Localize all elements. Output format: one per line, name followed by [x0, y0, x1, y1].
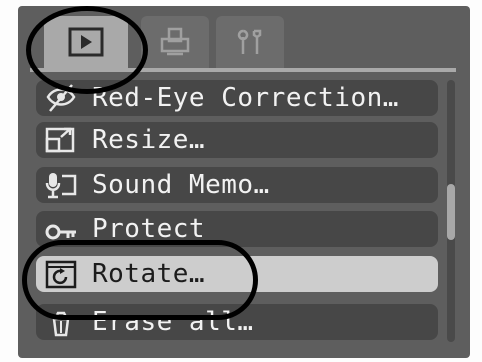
tools-icon [237, 29, 262, 54]
camera-screen: Red-Eye Correction… Resize… Sound Memo… [0, 0, 482, 362]
menu-scrollbar[interactable] [447, 80, 455, 342]
tab-underline [30, 68, 456, 72]
menu-item-erase-all[interactable]: Erase all… [36, 304, 438, 340]
menu-item-red-eye-correction[interactable]: Red-Eye Correction… [36, 80, 438, 116]
trash-icon [52, 311, 70, 337]
menu-item-label: Erase all… [92, 307, 254, 337]
menu-item-resize[interactable]: Resize… [36, 122, 438, 158]
menu-item-label: Rotate… [92, 259, 206, 289]
rotate-icon [45, 260, 77, 289]
menu-item-label: Protect [92, 214, 206, 244]
key-icon [45, 224, 76, 240]
menu-item-label: Resize… [92, 125, 206, 155]
scrollbar-thumb[interactable] [447, 184, 455, 240]
play-icon [68, 27, 104, 57]
tab-playback[interactable] [44, 16, 128, 68]
tab-setup[interactable] [216, 16, 284, 68]
resize-icon [45, 127, 75, 153]
tab-print[interactable] [141, 16, 209, 68]
microphone-icon [45, 173, 77, 199]
menu-item-protect[interactable]: Protect [36, 211, 438, 247]
menu-item-label: Red-Eye Correction… [92, 83, 399, 113]
print-icon [160, 27, 190, 56]
red-eye-icon [46, 84, 76, 112]
menu-item-rotate[interactable]: Rotate… [36, 256, 438, 292]
menu-item-sound-memo[interactable]: Sound Memo… [36, 167, 438, 203]
menu-item-label: Sound Memo… [92, 170, 270, 200]
